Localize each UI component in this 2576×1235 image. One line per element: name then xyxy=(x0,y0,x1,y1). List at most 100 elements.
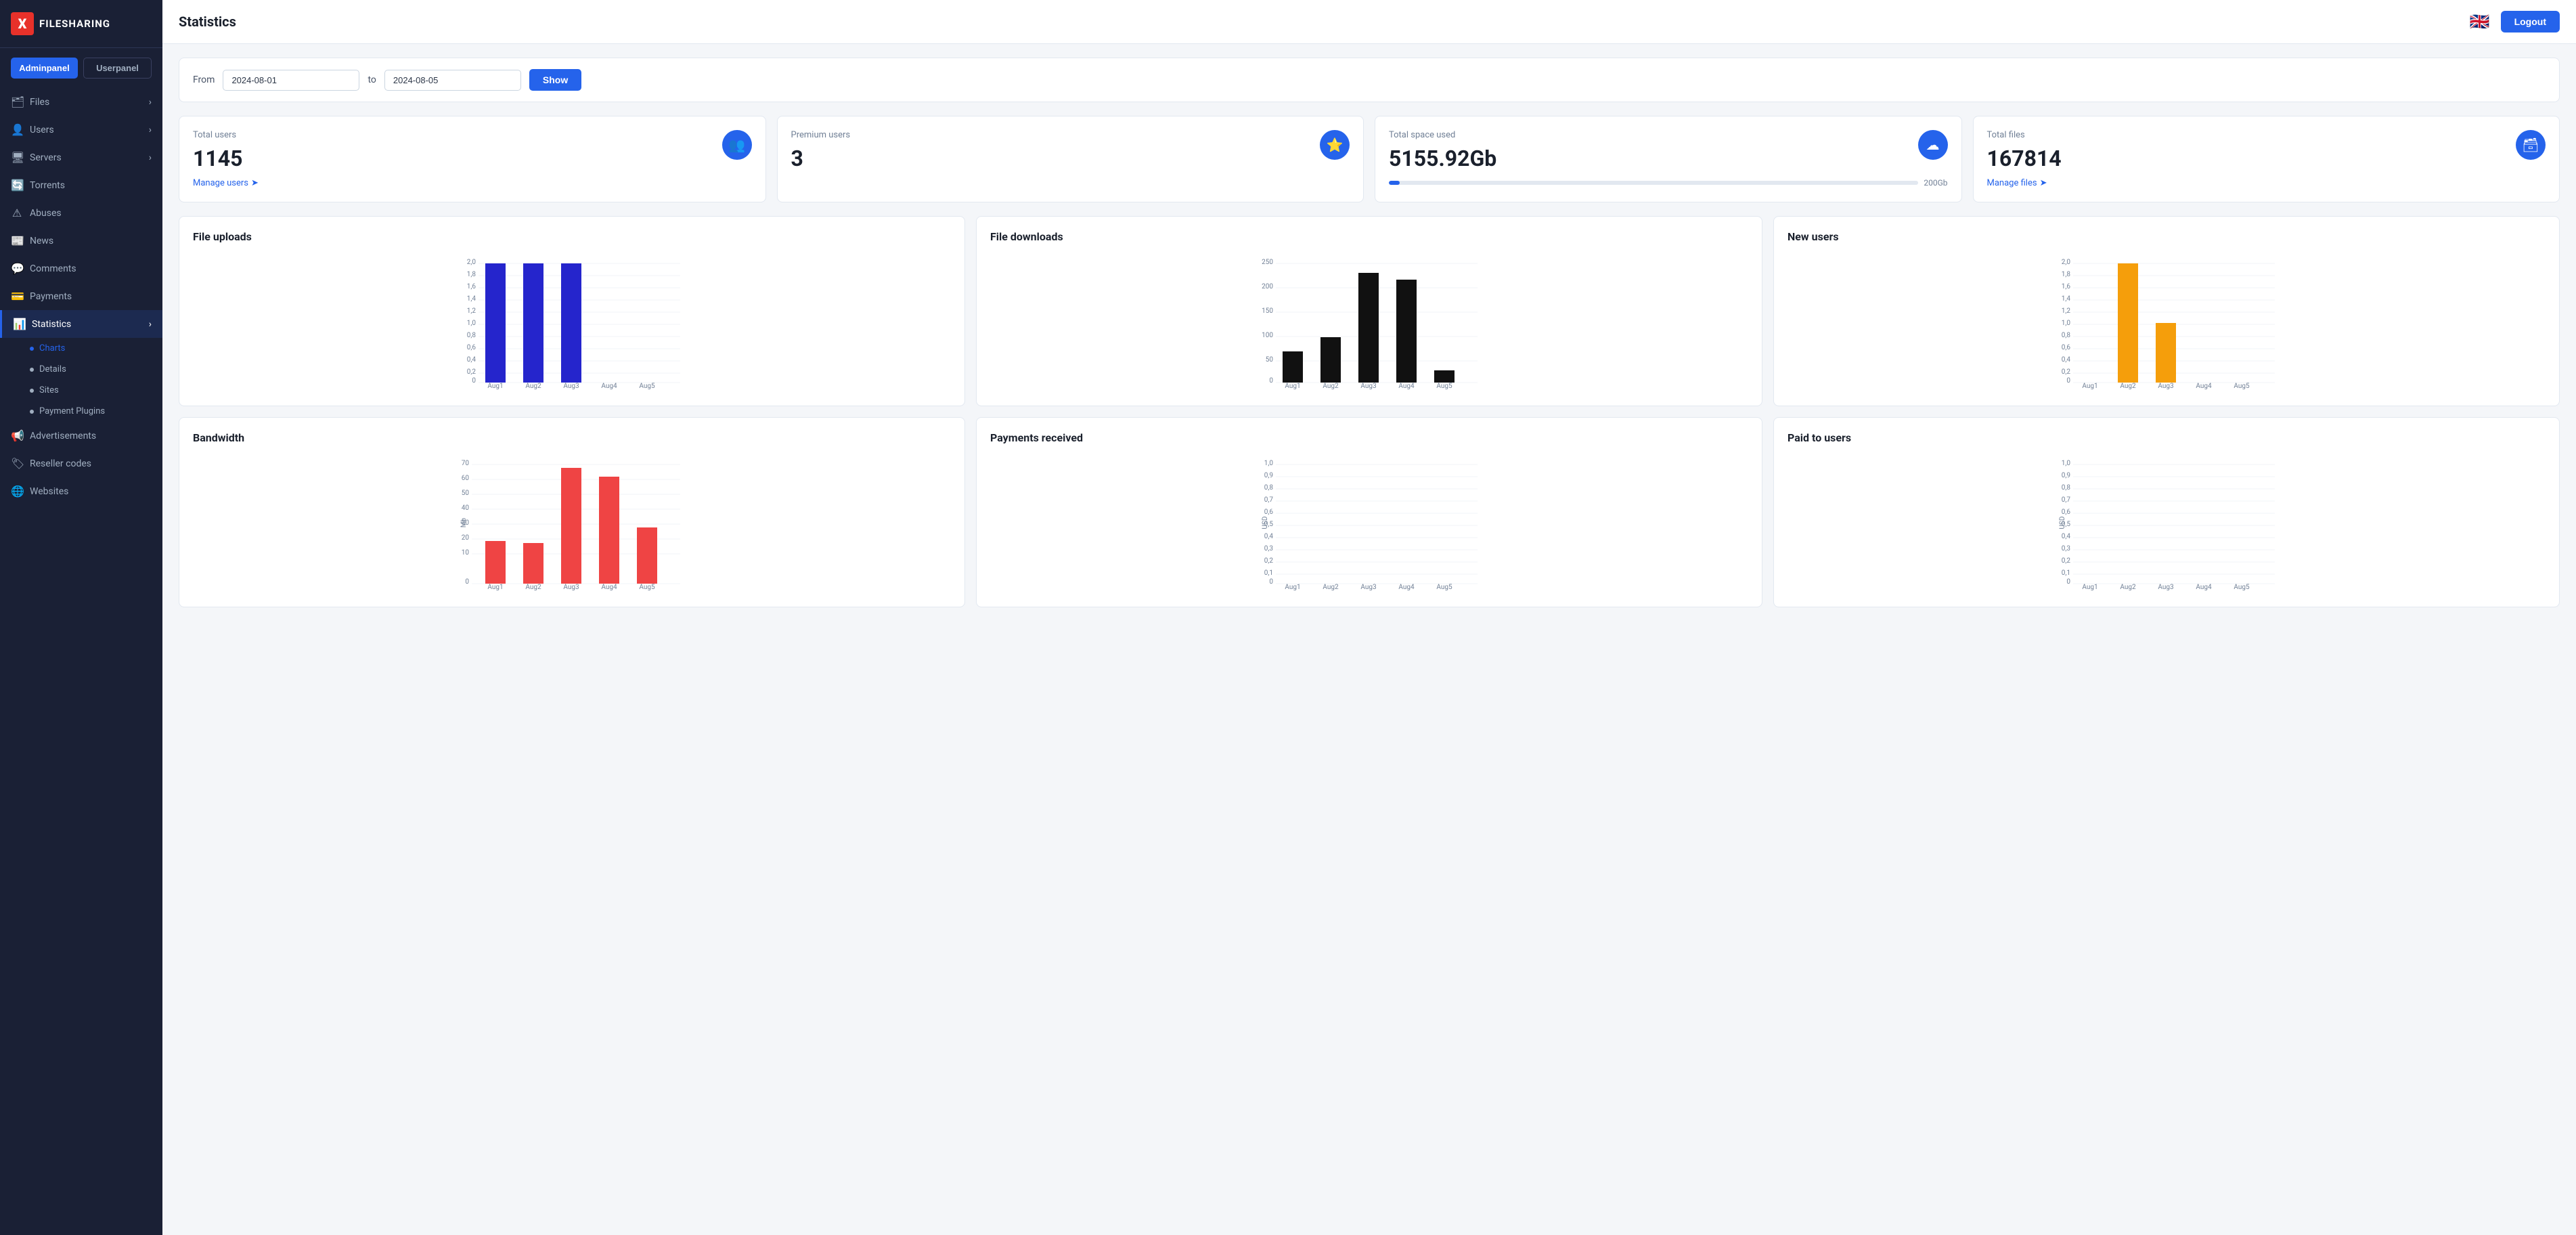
sidebar-item-files[interactable]: 🗂 Files › xyxy=(0,88,162,116)
svg-text:Mb: Mb xyxy=(460,517,468,527)
users-icon: 👤 xyxy=(11,123,23,136)
chevron-icon: › xyxy=(149,319,152,330)
svg-text:0,2: 0,2 xyxy=(1264,557,1274,565)
sidebar-item-servers[interactable]: 🖥 Servers › xyxy=(0,144,162,171)
svg-text:Aug2: Aug2 xyxy=(1323,584,1339,590)
svg-text:1,6: 1,6 xyxy=(2062,283,2071,290)
chart-wrap: 2,0 1,8 1,6 1,4 1,2 1,0 0,8 0,6 0,4 0,2 … xyxy=(193,254,951,392)
chart-title: Paid to users xyxy=(1787,431,2546,444)
sub-dot-icon xyxy=(30,389,34,393)
sidebar-subitem-details[interactable]: Details xyxy=(30,359,162,380)
svg-text:Aug5: Aug5 xyxy=(639,584,655,590)
sidebar-item-label: Advertisements xyxy=(30,431,96,441)
sidebar: X FILESHARING Adminpanel Userpanel 🗂 Fil… xyxy=(0,0,162,1235)
svg-text:250: 250 xyxy=(1262,259,1273,266)
stat-card-icon: ⭐ xyxy=(1320,130,1350,160)
userpanel-button[interactable]: Userpanel xyxy=(83,58,152,79)
stat-card-premium-users: Premium users 3 ⭐ xyxy=(777,116,1364,202)
svg-text:Aug5: Aug5 xyxy=(1436,383,1452,389)
sidebar-item-advertisements[interactable]: 📢 Advertisements xyxy=(0,422,162,450)
svg-text:200: 200 xyxy=(1262,283,1273,290)
sidebar-item-label: Servers xyxy=(30,152,62,163)
sidebar-item-comments[interactable]: 💬 Comments xyxy=(0,255,162,282)
chart-payments-received: Payments received 1,0 0,9 0,8 0,7 0,6 0,… xyxy=(976,417,1762,607)
svg-text:Aug1: Aug1 xyxy=(487,383,503,389)
chevron-icon: › xyxy=(149,97,152,108)
sidebar-item-websites[interactable]: 🌐 Websites xyxy=(0,477,162,505)
svg-text:0: 0 xyxy=(472,377,476,385)
svg-text:0,1: 0,1 xyxy=(2062,569,2070,577)
svg-text:Aug5: Aug5 xyxy=(2234,383,2250,389)
sidebar-item-torrents[interactable]: 🔄 Torrents xyxy=(0,171,162,199)
chart-svg: 1,0 0,9 0,8 0,7 0,6 0,5 0,4 0,3 0,2 0,1 … xyxy=(990,455,1748,590)
sidebar-item-label: Users xyxy=(30,125,54,135)
manage-files-link[interactable]: Manage files ➤ xyxy=(1987,178,2546,188)
svg-text:0,7: 0,7 xyxy=(1264,496,1274,504)
stat-card-icon: 🗃 xyxy=(2516,130,2546,160)
stat-card-title: Total space used xyxy=(1389,130,1948,140)
svg-text:0,4: 0,4 xyxy=(2062,533,2071,540)
svg-text:Aug5: Aug5 xyxy=(1436,584,1452,590)
chart-svg: 2,0 1,8 1,6 1,4 1,2 1,0 0,8 0,6 0,4 0,2 … xyxy=(193,254,951,389)
adminpanel-button[interactable]: Adminpanel xyxy=(11,58,78,79)
svg-text:Aug4: Aug4 xyxy=(1398,584,1415,590)
from-date-input[interactable] xyxy=(223,70,359,91)
svg-text:0,9: 0,9 xyxy=(2062,472,2070,479)
sidebar-item-reseller-codes[interactable]: 🏷 Reseller codes xyxy=(0,450,162,477)
svg-text:0,6: 0,6 xyxy=(2062,508,2071,516)
flag-icon[interactable]: 🇬🇧 xyxy=(2470,12,2490,31)
stat-card-total-files: Total files 167814 Manage files ➤ 🗃 xyxy=(1973,116,2560,202)
svg-text:Aug4: Aug4 xyxy=(601,383,617,389)
sidebar-item-news[interactable]: 📰 News xyxy=(0,227,162,255)
svg-text:Aug3: Aug3 xyxy=(1360,584,1376,590)
panel-switcher: Adminpanel Userpanel xyxy=(0,48,162,88)
to-date-input[interactable] xyxy=(384,70,521,91)
chart-file-downloads: File downloads 250 200 150 100 50 0 xyxy=(976,216,1762,406)
chart-title: Bandwidth xyxy=(193,431,951,444)
chart-wrap: 70 60 50 40 30 20 10 0 Mb xyxy=(193,455,951,593)
stat-card-title: Total users xyxy=(193,130,752,140)
stat-card-title: Premium users xyxy=(791,130,1350,140)
svg-text:0,9: 0,9 xyxy=(1264,472,1273,479)
logout-button[interactable]: Logout xyxy=(2501,11,2560,32)
svg-text:0,8: 0,8 xyxy=(1264,484,1274,492)
payments-icon: 💳 xyxy=(11,290,23,303)
svg-text:0,6: 0,6 xyxy=(2062,344,2071,351)
progress-fill xyxy=(1389,181,1400,185)
chart-wrap: 250 200 150 100 50 0 xyxy=(990,254,1748,392)
sidebar-item-abuses[interactable]: ⚠ Abuses xyxy=(0,199,162,227)
svg-text:0,4: 0,4 xyxy=(467,356,476,364)
progress-bar xyxy=(1389,181,1918,185)
chart-svg: 250 200 150 100 50 0 xyxy=(990,254,1748,389)
sidebar-subitem-sites[interactable]: Sites xyxy=(30,380,162,401)
sidebar-item-users[interactable]: 👤 Users › xyxy=(0,116,162,144)
chart-svg: 2,0 1,8 1,6 1,4 1,2 1,0 0,8 0,6 0,4 0,2 … xyxy=(1787,254,2546,389)
svg-text:0,8: 0,8 xyxy=(2062,484,2071,492)
svg-text:1,2: 1,2 xyxy=(2062,307,2071,315)
svg-text:2,0: 2,0 xyxy=(467,259,476,266)
show-button[interactable]: Show xyxy=(529,69,581,91)
svg-text:1,8: 1,8 xyxy=(2062,271,2071,278)
svg-text:0,1: 0,1 xyxy=(1264,569,1273,577)
chart-svg: 70 60 50 40 30 20 10 0 Mb xyxy=(193,455,951,590)
stat-cards: Total users 1145 Manage users ➤ 👥 Premiu… xyxy=(179,116,2560,202)
logo: X FILESHARING xyxy=(0,0,162,48)
sidebar-item-payments[interactable]: 💳 Payments xyxy=(0,282,162,310)
sidebar-item-statistics[interactable]: 📊 Statistics › xyxy=(0,310,162,338)
sidebar-item-label: Abuses xyxy=(30,208,62,219)
reseller-icon: 🏷 xyxy=(11,457,23,470)
from-label: From xyxy=(193,74,215,85)
sidebar-subitem-charts[interactable]: Charts xyxy=(30,338,162,359)
abuses-icon: ⚠ xyxy=(11,207,23,219)
progress-wrap: 200Gb xyxy=(1389,178,1948,188)
stat-card-title: Total files xyxy=(1987,130,2546,140)
svg-text:Aug2: Aug2 xyxy=(2120,383,2136,389)
svg-text:1,0: 1,0 xyxy=(2062,460,2071,467)
svg-text:Aug4: Aug4 xyxy=(601,584,617,590)
svg-text:Aug4: Aug4 xyxy=(1398,383,1415,389)
sidebar-subitem-payment-plugins[interactable]: Payment Plugins xyxy=(30,401,162,422)
svg-text:1,0: 1,0 xyxy=(467,320,476,327)
manage-users-link[interactable]: Manage users ➤ xyxy=(193,178,752,188)
svg-text:Aug5: Aug5 xyxy=(2234,584,2250,590)
svg-text:Aug3: Aug3 xyxy=(563,383,579,389)
